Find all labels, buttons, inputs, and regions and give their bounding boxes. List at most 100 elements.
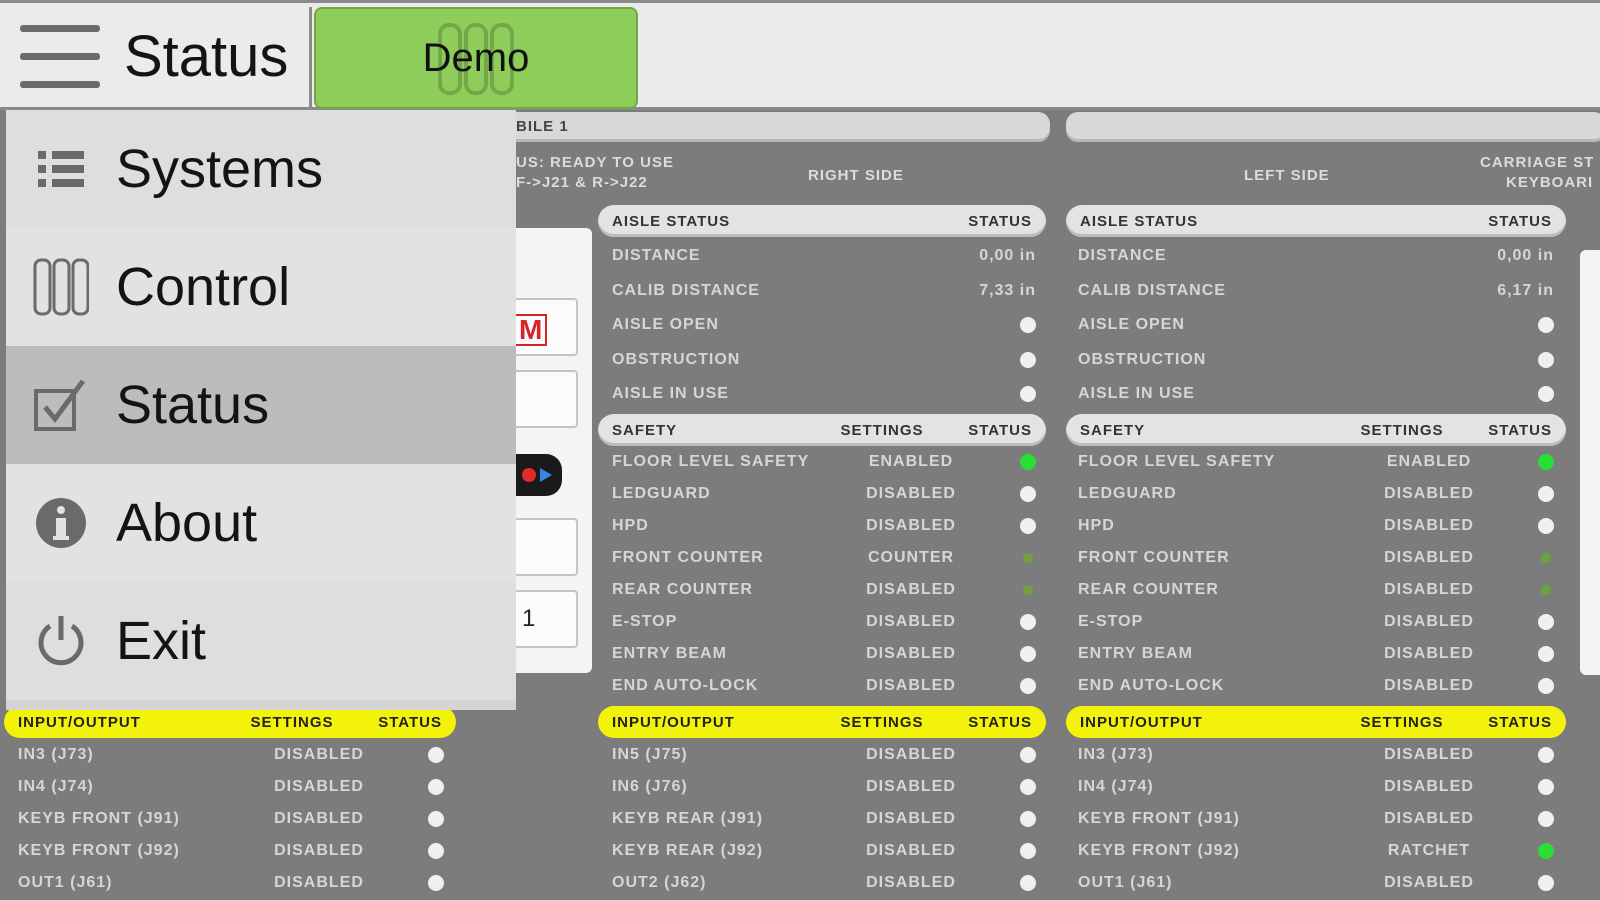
table-row: KEYB FRONT (J92) DISABLED	[18, 835, 444, 867]
status-dot-icon	[1538, 678, 1554, 694]
table-row: KEYB FRONT (J92) RATCHET	[1078, 835, 1554, 867]
status-dot-icon	[1538, 747, 1554, 763]
row-setting: DISABLED	[866, 746, 956, 763]
menu-item-exit[interactable]: Exit	[6, 582, 516, 700]
row-label: IN6 (J76)	[612, 778, 688, 795]
column-header: STATUS	[1488, 421, 1552, 439]
column-header: STATUS	[378, 713, 442, 731]
status-dot-icon	[1020, 678, 1036, 694]
row-status	[384, 779, 444, 795]
io-header-right: INPUT/OUTPUT SETTINGS STATUS	[598, 706, 1046, 738]
demo-button[interactable]: Demo	[314, 7, 638, 109]
table-row: IN4 (J74) DISABLED	[1078, 771, 1554, 803]
menu-item-about[interactable]: About	[6, 464, 516, 582]
row-label: ENTRY BEAM	[612, 645, 727, 662]
row-label: E-STOP	[1078, 613, 1144, 630]
row-label: IN3 (J73)	[1078, 746, 1154, 763]
status-dot-icon	[1020, 386, 1036, 402]
mapping-line: F->J21 & R->J22	[516, 174, 648, 191]
row-label: IN4 (J74)	[1078, 778, 1154, 795]
table-row: OBSTRUCTION	[612, 344, 1036, 376]
row-status: 0,00 in	[1434, 247, 1554, 265]
safety-header-right: SAFETY SETTINGS STATUS	[598, 414, 1046, 446]
row-setting: DISABLED	[274, 778, 364, 795]
table-row: KEYB REAR (J91) DISABLED	[612, 803, 1036, 835]
card-m-badge: M	[514, 314, 548, 346]
menu-item-systems[interactable]: Systems	[6, 110, 516, 228]
hamburger-menu-icon[interactable]	[20, 25, 100, 91]
row-setting: ENABLED	[868, 453, 954, 470]
column-header: SAFETY	[1080, 421, 1146, 439]
row-label: CALIB DISTANCE	[1078, 281, 1226, 299]
top-bar: Status Demo	[0, 0, 1600, 111]
row-setting: DISABLED	[274, 810, 364, 827]
table-row: CALIB DISTANCE 7,33 in	[612, 275, 1036, 307]
toggle-switch[interactable]	[510, 454, 562, 496]
columns-icon	[6, 257, 116, 317]
row-setting: DISABLED	[274, 874, 364, 891]
row-status	[1494, 678, 1554, 694]
row-setting: DISABLED	[866, 517, 956, 534]
row-label: KEYB REAR (J92)	[612, 842, 764, 859]
row-setting: DISABLED	[1384, 613, 1474, 630]
row-label: AISLE IN USE	[1078, 385, 1195, 402]
row-status	[1494, 585, 1554, 595]
aisle-status-header-right: AISLE STATUS STATUS	[598, 205, 1046, 237]
row-label: AISLE IN USE	[612, 385, 729, 402]
row-setting: DISABLED	[1384, 677, 1474, 694]
row-setting: DISABLED	[1384, 549, 1474, 566]
aisle-status-header-left: AISLE STATUS STATUS	[1066, 205, 1566, 237]
table-row: IN5 (J75) DISABLED	[612, 739, 1036, 771]
status-dot-icon	[1020, 454, 1036, 470]
row-status	[384, 843, 444, 859]
row-label: OBSTRUCTION	[1078, 350, 1207, 368]
table-row: REAR COUNTER DISABLED	[1078, 574, 1554, 606]
row-setting: RATCHET	[1387, 842, 1471, 859]
row-label: LEDGUARD	[612, 485, 711, 502]
status-dot-icon	[428, 875, 444, 891]
column-header: SETTINGS	[840, 421, 924, 439]
table-row: IN3 (J73) DISABLED	[18, 739, 444, 771]
row-status	[384, 875, 444, 891]
row-status	[384, 811, 444, 827]
column-header: SETTINGS	[1360, 421, 1444, 439]
table-row: HPD DISABLED	[612, 510, 1036, 542]
table-row: REAR COUNTER DISABLED	[612, 574, 1036, 606]
row-status	[976, 646, 1036, 662]
row-status	[1494, 454, 1554, 470]
row-status	[976, 351, 1036, 368]
menu-item-label: About	[116, 493, 258, 553]
row-status	[1494, 646, 1554, 662]
row-status	[1494, 875, 1554, 891]
table-row: OBSTRUCTION	[1078, 344, 1554, 376]
row-status	[1494, 351, 1554, 368]
safety-header-left: SAFETY SETTINGS STATUS	[1066, 414, 1566, 446]
menu-item-status[interactable]: Status	[6, 346, 516, 464]
row-label: KEYB FRONT (J91)	[1078, 810, 1240, 827]
left-side-label: LEFT SIDE	[1244, 167, 1330, 184]
row-setting: DISABLED	[274, 842, 364, 859]
row-status	[1494, 518, 1554, 534]
side-drawer: Systems Control Status About Exit	[6, 110, 516, 710]
table-row: END AUTO-LOCK DISABLED	[612, 670, 1036, 702]
row-status	[976, 518, 1036, 534]
table-row: FRONT COUNTER DISABLED	[1078, 542, 1554, 574]
menu-item-control[interactable]: Control	[6, 228, 516, 346]
carriage-banner	[1066, 112, 1600, 142]
column-header: SETTINGS	[1360, 713, 1444, 731]
row-status	[976, 678, 1036, 694]
row-label: OUT1 (J61)	[1078, 874, 1173, 891]
mobile-banner: BILE 1	[480, 112, 1050, 142]
column-header: SETTINGS	[250, 713, 334, 731]
table-row: HPD DISABLED	[1078, 510, 1554, 542]
status-dot-icon	[428, 779, 444, 795]
row-label: FRONT COUNTER	[612, 549, 764, 566]
row-setting: DISABLED	[1384, 485, 1474, 502]
row-status	[976, 454, 1036, 470]
status-dot-icon	[1020, 518, 1036, 534]
row-status	[1494, 843, 1554, 859]
status-dot-icon	[1020, 875, 1036, 891]
column-header: STATUS	[968, 421, 1032, 439]
table-row: IN3 (J73) DISABLED	[1078, 739, 1554, 771]
table-row: KEYB FRONT (J91) DISABLED	[1078, 803, 1554, 835]
